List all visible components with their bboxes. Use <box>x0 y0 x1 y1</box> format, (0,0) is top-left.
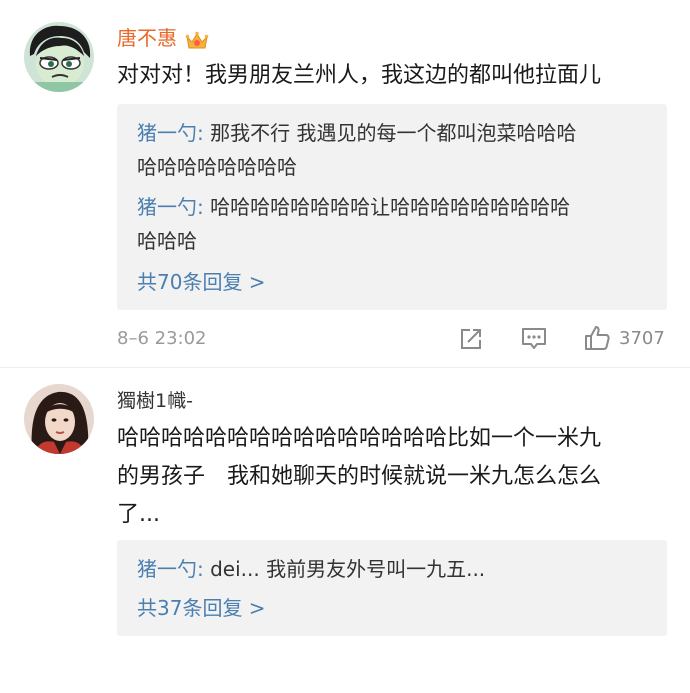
reply-item[interactable]: 猪一勺: dei... 我前男友外号叫一九五... <box>137 552 647 586</box>
username[interactable]: 唐不惠 <box>117 24 209 52</box>
reply-text-line: 哈哈哈哈哈哈哈哈 <box>137 155 297 179</box>
comment-icon <box>522 328 546 349</box>
photo-avatar-icon <box>24 384 94 454</box>
comment-card: 獨樹1幟- 哈哈哈哈哈哈哈哈哈哈哈哈哈哈哈比如一个一米九 的男孩子 我和她聊天的… <box>0 368 690 693</box>
more-replies-link[interactable]: 共37条回复 > <box>137 593 266 623</box>
share-icon <box>461 329 481 349</box>
comment-text-line: 的男孩子 我和她聊天的时候就说一米九怎么怎么 <box>117 464 602 489</box>
cartoon-avatar-icon <box>24 22 94 92</box>
comment-text: 哈哈哈哈哈哈哈哈哈哈哈哈哈哈哈比如一个一米九 的男孩子 我和她聊天的时候就说一米… <box>117 420 677 534</box>
comment-text-line: 了... <box>117 502 160 527</box>
reply-separator: : <box>197 557 211 581</box>
reply-username[interactable]: 猪一勺 <box>137 557 197 581</box>
reply-text-line: dei... 我前男友外号叫一九五... <box>210 557 486 581</box>
reply-text-line: 哈哈哈哈哈哈哈哈让哈哈哈哈哈哈哈哈哈 <box>210 195 571 219</box>
comment-card: 唐不惠 对对对！我男朋友兰州人，我这边的都叫他拉面儿 猪一勺: 那我不行 我遇见… <box>0 0 690 365</box>
comment-text-line: 哈哈哈哈哈哈哈哈哈哈哈哈哈哈哈比如一个一米九 <box>117 426 602 451</box>
reply-separator: : <box>197 121 211 145</box>
like-count: 3707 <box>619 327 665 349</box>
reply-username[interactable]: 猪一勺 <box>137 121 197 145</box>
avatar[interactable] <box>24 22 94 92</box>
reply-username[interactable]: 猪一勺 <box>137 195 197 219</box>
comment-text: 对对对！我男朋友兰州人，我这边的都叫他拉面儿 <box>117 63 602 88</box>
like-icon <box>585 326 610 350</box>
comment-timestamp: 8–6 23:02 <box>117 328 207 349</box>
like-button[interactable]: 3707 <box>583 324 665 352</box>
comment-button[interactable] <box>520 326 548 352</box>
share-button[interactable] <box>458 326 484 352</box>
username-text: 唐不惠 <box>117 26 177 50</box>
username[interactable]: 獨樹1幟- <box>117 387 193 415</box>
reply-text-line: 那我不行 我遇见的每一个都叫泡菜哈哈哈 <box>210 121 577 145</box>
replies-box[interactable]: 猪一勺: dei... 我前男友外号叫一九五... 共37条回复 > <box>117 540 667 636</box>
more-replies-link[interactable]: 共70条回复 > <box>137 267 266 297</box>
reply-item[interactable]: 猪一勺: 那我不行 我遇见的每一个都叫泡菜哈哈哈 哈哈哈哈哈哈哈哈 <box>137 116 647 184</box>
reply-text-line: 哈哈哈 <box>137 229 197 253</box>
vip-crown-icon <box>185 30 209 50</box>
reply-item[interactable]: 猪一勺: 哈哈哈哈哈哈哈哈让哈哈哈哈哈哈哈哈哈 哈哈哈 <box>137 190 647 258</box>
replies-box[interactable]: 猪一勺: 那我不行 我遇见的每一个都叫泡菜哈哈哈 哈哈哈哈哈哈哈哈 猪一勺: 哈… <box>117 104 667 310</box>
reply-separator: : <box>197 195 211 219</box>
avatar[interactable] <box>24 384 94 454</box>
